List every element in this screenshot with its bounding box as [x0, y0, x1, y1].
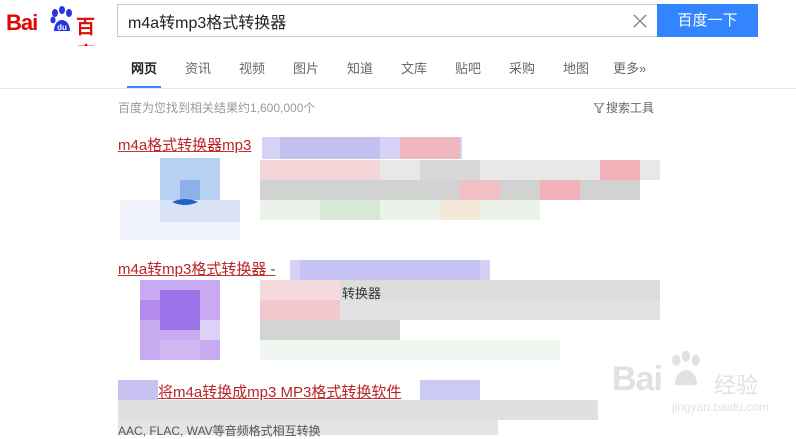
watermark-url: jingyan.baidu.com: [672, 400, 769, 414]
search-tools-label: 搜索工具: [606, 101, 655, 115]
search-tools-button[interactable]: 搜索工具: [594, 99, 654, 116]
result-3-snippet: AAC, FLAC, WAV等音频格式相互转换: [118, 424, 321, 438]
tab-more[interactable]: 更多»: [613, 58, 646, 86]
header-bar: Bai du 百度 百度一下: [0, 0, 796, 65]
tab-purchase[interactable]: 采购: [509, 58, 535, 86]
software-icon: [172, 199, 198, 205]
filter-icon: [594, 103, 604, 113]
search-box: [117, 4, 657, 37]
watermark-cn-text: 经验: [714, 373, 759, 398]
paw-icon: du: [50, 6, 72, 32]
result-title-1[interactable]: m4a格式转换器mp3: [118, 134, 251, 155]
result-title-3[interactable]: 将m4a转换成mp3 MP3格式转换软件: [158, 381, 401, 402]
tab-news[interactable]: 资讯: [185, 58, 211, 86]
watermark-logo-text: Bai: [612, 360, 663, 398]
search-input[interactable]: [118, 5, 628, 36]
tab-video[interactable]: 视频: [239, 58, 265, 86]
watermark-paw-icon: [672, 350, 700, 386]
tab-tieba[interactable]: 贴吧: [455, 58, 481, 86]
result-title-2[interactable]: m4a转mp3格式转换器 -: [118, 258, 276, 279]
clear-icon[interactable]: [631, 12, 649, 30]
tab-wenku[interactable]: 文库: [401, 58, 427, 86]
tab-images[interactable]: 图片: [293, 58, 319, 86]
nav-tabs: 网页 资讯 视频 图片 知道 文库 贴吧 采购 地图 更多»: [0, 46, 796, 89]
tab-zhidao[interactable]: 知道: [347, 58, 373, 86]
logo-du-text: du: [57, 23, 67, 32]
tab-web[interactable]: 网页: [126, 58, 162, 88]
tab-map[interactable]: 地图: [563, 58, 589, 86]
result-2-snippet: 转换器: [342, 286, 382, 301]
baidu-logo[interactable]: Bai du 百度: [6, 4, 112, 65]
result-count: 百度为您找到相关结果约1,600,000个: [118, 101, 316, 115]
search-button[interactable]: 百度一下: [657, 4, 758, 37]
logo-bai-text: Bai: [6, 10, 38, 35]
baidu-jingyan-watermark: Bai 经验 jingyan.baidu.com: [606, 344, 776, 414]
